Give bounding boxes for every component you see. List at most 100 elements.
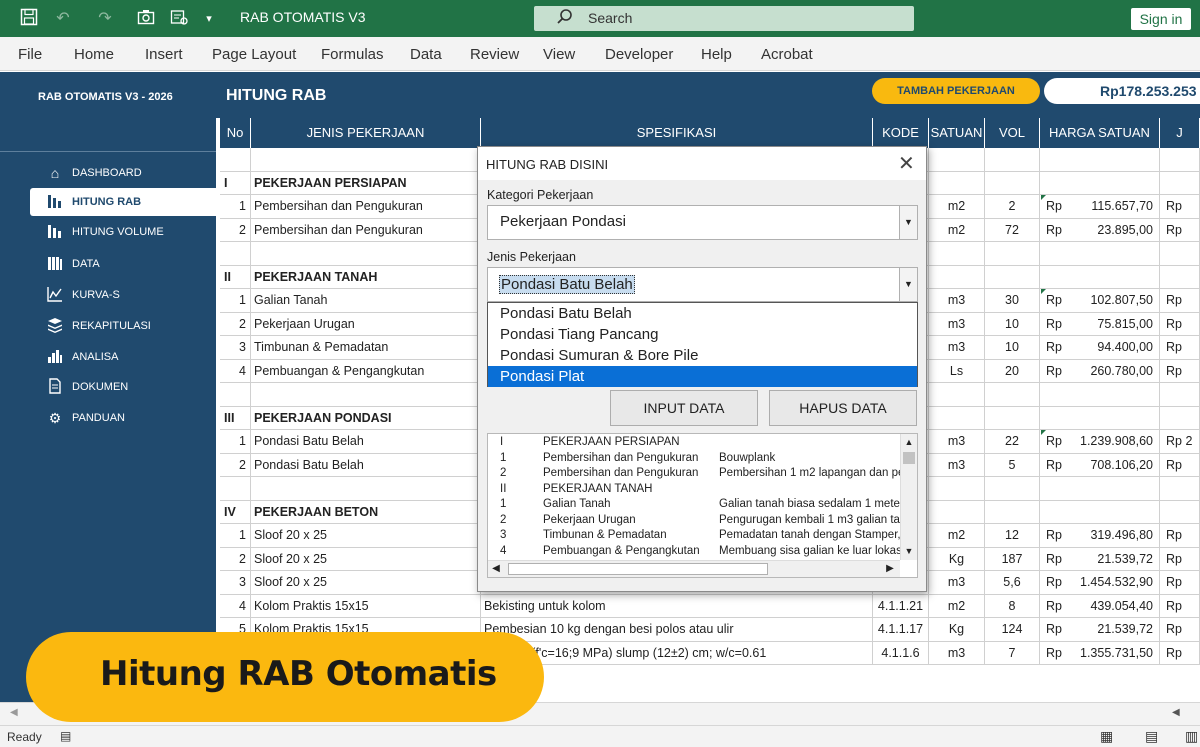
list-item[interactable]: 2 Pekerjaan Urugan Pengurugan kembali 1 m3… xyxy=(488,514,900,530)
cell-jumlah[interactable]: Rp 2 xyxy=(1160,430,1200,454)
cell-vol[interactable]: 10 xyxy=(985,336,1040,360)
cell-satuan[interactable]: m2 xyxy=(929,218,985,242)
cell-jumlah[interactable]: Rp xyxy=(1160,641,1200,665)
tab-help[interactable]: Help xyxy=(701,46,732,63)
cell-jenis[interactable]: Pekerjaan Urugan xyxy=(251,312,481,336)
list-item[interactable]: I PEKERJAAN PERSIAPAN xyxy=(488,436,898,452)
camera-icon[interactable] xyxy=(135,8,157,30)
cell-jumlah[interactable]: Rp xyxy=(1160,453,1200,477)
sheet-left-icon[interactable]: ◀ xyxy=(10,707,18,718)
cell-satuan[interactable]: m3 xyxy=(929,289,985,313)
tab-data[interactable]: Data xyxy=(410,46,442,63)
tab-view[interactable]: View xyxy=(543,46,575,63)
data-listbox[interactable]: I PEKERJAAN PERSIAPAN 1 Pembersihan dan Pen… xyxy=(487,433,918,578)
dropdown-option[interactable]: Pondasi Sumuran & Bore Pile xyxy=(488,345,917,366)
cell-no[interactable] xyxy=(220,477,251,501)
cell-no[interactable]: 1 xyxy=(220,524,251,548)
cell-jumlah[interactable]: Rp xyxy=(1160,618,1200,642)
cell-satuan[interactable]: m2 xyxy=(929,524,985,548)
cell-rp[interactable]: Rp xyxy=(1040,219,1070,243)
cell-satuan[interactable] xyxy=(929,500,985,524)
cell-rp[interactable] xyxy=(1040,266,1070,290)
cell-satuan[interactable]: m3 xyxy=(929,571,985,595)
cell-kode[interactable]: 4.1.1.17 xyxy=(873,618,929,642)
cell-satuan[interactable]: Kg xyxy=(929,618,985,642)
cell-vol[interactable] xyxy=(985,171,1040,195)
sidebar-item-analisa[interactable]: ANALISA xyxy=(30,343,216,371)
cell-jumlah[interactable] xyxy=(1160,265,1200,289)
sidebar-item-hitung-rab[interactable]: HITUNG RAB xyxy=(30,188,216,216)
chevron-down-icon[interactable]: ▼ xyxy=(899,206,917,239)
cell-jenis[interactable]: Pembersihan dan Pengukuran xyxy=(251,218,481,242)
cell-rp[interactable]: Rp xyxy=(1040,618,1070,642)
cell-satuan[interactable]: m2 xyxy=(929,594,985,618)
cell-no[interactable] xyxy=(220,242,251,266)
sidebar-item-dashboard[interactable]: ⌂ DASHBOARD xyxy=(30,159,216,187)
add-job-button[interactable]: TAMBAH PEKERJAAN xyxy=(872,78,1040,104)
horizontal-scrollbar[interactable]: ◀ ▶ xyxy=(488,560,900,577)
dropdown-option[interactable]: Pondasi Batu Belah xyxy=(488,303,917,324)
scroll-down-icon[interactable]: ▼ xyxy=(901,543,917,559)
chevron-down-icon[interactable]: ▼ xyxy=(899,268,917,301)
cell-satuan[interactable]: m2 xyxy=(929,195,985,219)
cell-rp[interactable] xyxy=(1040,172,1070,196)
cell-no[interactable]: 4 xyxy=(220,359,251,383)
cell-no[interactable]: 2 xyxy=(220,453,251,477)
hapus-data-button[interactable]: HAPUS DATA xyxy=(769,390,917,426)
cell-jenis[interactable] xyxy=(251,383,481,407)
cell-jenis[interactable]: PEKERJAAN TANAH xyxy=(251,265,481,289)
cell-jenis[interactable] xyxy=(251,477,481,501)
tab-home[interactable]: Home xyxy=(74,46,114,63)
cell-satuan[interactable]: Kg xyxy=(929,547,985,571)
cell-jenis[interactable] xyxy=(251,148,481,172)
cell-satuan[interactable] xyxy=(929,477,985,501)
cell-rp[interactable] xyxy=(1040,407,1070,431)
cell-vol[interactable]: 124 xyxy=(985,618,1040,642)
cell-jumlah[interactable] xyxy=(1160,406,1200,430)
dropdown-option-selected[interactable]: Pondasi Plat xyxy=(488,366,917,387)
cell-vol[interactable]: 2 xyxy=(985,195,1040,219)
tab-formulas[interactable]: Formulas xyxy=(321,46,384,63)
cell-rp[interactable]: Rp xyxy=(1040,571,1070,595)
cell-vol[interactable] xyxy=(985,477,1040,501)
cell-vol[interactable]: 8 xyxy=(985,594,1040,618)
cell-vol[interactable] xyxy=(985,500,1040,524)
cell-kode[interactable]: 4.1.1.21 xyxy=(873,594,929,618)
list-item[interactable]: 3 Timbunan & Pemadatan Pemadatan tanah den… xyxy=(488,529,901,545)
sidebar-item-data[interactable]: DATA xyxy=(30,250,216,278)
cell-rp[interactable] xyxy=(1040,148,1070,172)
cell-jumlah[interactable]: Rp xyxy=(1160,524,1200,548)
kategori-select[interactable]: Pekerjaan Pondasi ▼ xyxy=(487,205,918,240)
cell-jumlah[interactable]: Rp xyxy=(1160,359,1200,383)
cell-no[interactable]: IV xyxy=(220,500,251,524)
cell-vol[interactable] xyxy=(985,406,1040,430)
dropdown-option[interactable]: Pondasi Tiang Pancang xyxy=(488,324,917,345)
scroll-thumb[interactable] xyxy=(508,563,768,575)
cell-satuan[interactable] xyxy=(929,171,985,195)
cell-rp[interactable] xyxy=(1040,242,1070,266)
vertical-scrollbar[interactable]: ▲ ▼ xyxy=(900,434,917,560)
list-item[interactable]: II PEKERJAAN TANAH xyxy=(488,483,898,499)
cell-satuan[interactable] xyxy=(929,406,985,430)
cell-jumlah[interactable] xyxy=(1160,242,1200,266)
cell-vol[interactable] xyxy=(985,265,1040,289)
normal-view-icon[interactable]: ▦ xyxy=(1100,728,1113,745)
sidebar-item-hitung-volume[interactable]: HITUNG VOLUME xyxy=(30,218,216,246)
cell-satuan[interactable]: m3 xyxy=(929,336,985,360)
cell-no[interactable]: 1 xyxy=(220,430,251,454)
page-layout-view-icon[interactable]: ▤ xyxy=(1145,728,1158,745)
cell-jumlah[interactable] xyxy=(1160,148,1200,172)
cell-vol[interactable]: 12 xyxy=(985,524,1040,548)
cell-jumlah[interactable]: Rp xyxy=(1160,336,1200,360)
cell-rp[interactable]: Rp xyxy=(1040,524,1070,548)
cell-satuan[interactable]: m3 xyxy=(929,430,985,454)
cell-kode[interactable]: 4.1.1.6 xyxy=(873,641,929,665)
cell-rp[interactable]: Rp xyxy=(1040,313,1070,337)
scroll-up-icon[interactable]: ▲ xyxy=(901,434,917,450)
list-item[interactable]: 2 Pembersihan dan Pengukuran Pembersihan 1… xyxy=(488,467,904,483)
cell-jenis[interactable]: Timbunan & Pemadatan xyxy=(251,336,481,360)
cell-satuan[interactable]: Ls xyxy=(929,359,985,383)
cell-vol[interactable]: 7 xyxy=(985,641,1040,665)
cell-jenis[interactable] xyxy=(251,242,481,266)
tab-acrobat[interactable]: Acrobat xyxy=(761,46,813,63)
